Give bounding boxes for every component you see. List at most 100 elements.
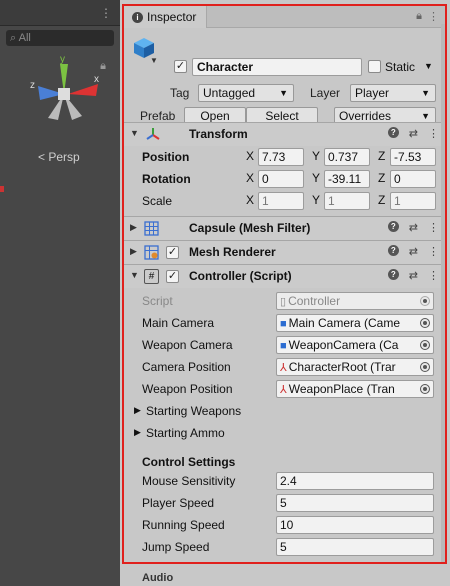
mesh-renderer-enabled-checkbox[interactable]: ✓ — [166, 246, 179, 259]
weapon-position-row: Weapon Position ⅄ WeaponPlace (Tran — [124, 378, 445, 400]
camera-projection-label[interactable]: < Persp — [38, 150, 80, 164]
player-speed-label[interactable]: Player Speed — [142, 496, 214, 510]
foldout-expanded-icon[interactable]: ▼ — [130, 270, 139, 280]
controller-enabled-checkbox[interactable]: ✓ — [166, 270, 179, 283]
object-picker-icon[interactable] — [420, 318, 430, 328]
starting-weapons-foldout[interactable]: ▶ Starting Weapons — [124, 400, 445, 422]
rotation-z-label[interactable]: Z — [378, 171, 385, 185]
chevron-down-icon: ▼ — [421, 88, 430, 98]
control-settings-label: Control Settings — [142, 455, 236, 469]
rotation-label[interactable]: Rotation — [142, 172, 191, 186]
rotation-x-input[interactable]: 0 — [258, 170, 304, 188]
position-label[interactable]: Position — [142, 150, 189, 164]
main-camera-row: Main Camera ■ Main Camera (Came — [124, 312, 445, 334]
camera-position-row: Camera Position ⅄ CharacterRoot (Trar — [124, 356, 445, 378]
running-speed-input[interactable]: 10 — [276, 516, 434, 534]
mesh-filter-header[interactable]: ▶ Capsule (Mesh Filter) ? ⇄ ⋮ — [124, 216, 445, 240]
mouse-sensitivity-row: Mouse Sensitivity 2.4 — [124, 470, 445, 492]
jump-speed-row: Jump Speed 5 — [124, 536, 445, 558]
more-options-icon[interactable]: ⋮ — [100, 6, 112, 20]
position-y-label[interactable]: Y — [312, 149, 320, 163]
foldout-collapsed-icon[interactable]: ▶ — [130, 222, 137, 233]
jump-speed-label[interactable]: Jump Speed — [142, 540, 209, 554]
camera-position-field[interactable]: ⅄ CharacterRoot (Trar — [276, 358, 434, 376]
help-icon[interactable]: ? — [387, 221, 399, 232]
position-z-label[interactable]: Z — [378, 149, 385, 163]
foldout-expanded-icon[interactable]: ▼ — [130, 128, 139, 138]
transform-axes-icon — [146, 128, 160, 140]
rotation-x-label[interactable]: X — [246, 171, 254, 185]
mesh-grid-icon — [144, 221, 159, 236]
static-label[interactable]: Static — [385, 60, 415, 74]
icon-dropdown-arrow-icon[interactable]: ▼ — [150, 56, 158, 65]
object-picker-icon[interactable] — [420, 340, 430, 350]
position-z-input[interactable]: -7.53 — [390, 148, 436, 166]
more-options-icon[interactable]: ⋮ — [428, 245, 439, 258]
position-x-input[interactable]: 7.73 — [258, 148, 304, 166]
presets-icon[interactable]: ⇄ — [409, 127, 418, 140]
jump-speed-input[interactable]: 5 — [276, 538, 434, 556]
more-options-icon[interactable]: ⋮ — [428, 221, 439, 234]
overrides-label: Overrides — [339, 109, 392, 123]
mesh-renderer-icon — [144, 245, 159, 260]
transform-header[interactable]: ▼ Transform ? ⇄ ⋮ — [124, 122, 445, 146]
presets-icon[interactable]: ⇄ — [409, 245, 418, 258]
hierarchy-search-input[interactable]: ⌕ All — [6, 30, 114, 46]
scale-label[interactable]: Scale — [142, 194, 172, 208]
mesh-renderer-header[interactable]: ▶ ✓ Mesh Renderer ? ⇄ ⋮ — [124, 240, 445, 264]
object-picker-icon[interactable] — [420, 384, 430, 394]
more-options-icon[interactable]: ⋮ — [428, 10, 439, 23]
running-speed-label[interactable]: Running Speed — [142, 518, 225, 532]
position-x-label[interactable]: X — [246, 149, 254, 163]
help-icon[interactable]: ? — [387, 245, 399, 256]
foldout-collapsed-icon[interactable]: ▶ — [134, 427, 141, 438]
scale-y-input[interactable]: 1 — [324, 192, 370, 210]
script-field: ▯ Controller — [276, 292, 434, 310]
player-speed-input[interactable]: 5 — [276, 494, 434, 512]
main-camera-field[interactable]: ■ Main Camera (Came — [276, 314, 434, 332]
lock-icon[interactable]: 🔒︎ — [416, 10, 422, 23]
gameobject-header: ▼ ✓ Character Static ▼ Tag Untagged ▼ La… — [124, 28, 445, 125]
inspector-scrollbar[interactable] — [441, 24, 445, 562]
rotation-y-label[interactable]: Y — [312, 171, 320, 185]
control-settings-header: Control Settings — [124, 452, 445, 470]
active-checkbox[interactable]: ✓ — [174, 60, 187, 73]
rotation-y-input[interactable]: -39.11 — [324, 170, 370, 188]
foldout-collapsed-icon[interactable]: ▶ — [134, 405, 141, 416]
orientation-gizmo[interactable]: y z x — [28, 54, 108, 134]
weapon-camera-label: Weapon Camera — [142, 338, 233, 352]
static-checkbox[interactable] — [368, 60, 381, 73]
more-options-icon[interactable]: ⋮ — [428, 127, 439, 140]
object-picker-icon[interactable] — [420, 362, 430, 372]
presets-icon[interactable]: ⇄ — [409, 269, 418, 282]
mouse-sensitivity-label[interactable]: Mouse Sensitivity — [142, 474, 235, 488]
scale-y-label[interactable]: Y — [312, 193, 320, 207]
tab-inspector[interactable]: i Inspector — [124, 6, 208, 28]
scale-z-input[interactable]: 1 — [390, 192, 436, 210]
scale-z-label[interactable]: Z — [378, 193, 385, 207]
scale-x-input[interactable]: 1 — [258, 192, 304, 210]
presets-icon[interactable]: ⇄ — [409, 221, 418, 234]
rotation-z-input[interactable]: 0 — [390, 170, 436, 188]
starting-ammo-foldout[interactable]: ▶ Starting Ammo — [124, 422, 445, 444]
gizmo-center[interactable] — [58, 88, 70, 100]
tag-dropdown[interactable]: Untagged ▼ — [198, 84, 294, 102]
tag-value: Untagged — [203, 86, 256, 100]
mouse-sensitivity-input[interactable]: 2.4 — [276, 472, 434, 490]
main-camera-value: Main Camera (Came — [288, 316, 401, 330]
x-axis-cone[interactable] — [68, 84, 98, 96]
audio-component-label[interactable]: Audio — [142, 572, 173, 584]
controller-script-header[interactable]: ▼ # ✓ Controller (Script) ? ⇄ ⋮ — [124, 264, 445, 288]
foldout-collapsed-icon[interactable]: ▶ — [130, 246, 137, 257]
more-options-icon[interactable]: ⋮ — [428, 269, 439, 282]
weapon-camera-field[interactable]: ■ WeaponCamera (Ca — [276, 336, 434, 354]
help-icon[interactable]: ? — [387, 269, 399, 280]
weapon-position-field[interactable]: ⅄ WeaponPlace (Tran — [276, 380, 434, 398]
gameobject-name-input[interactable]: Character — [192, 58, 362, 76]
layer-dropdown[interactable]: Player ▼ — [350, 84, 436, 102]
position-y-input[interactable]: 0.737 — [324, 148, 370, 166]
help-icon[interactable]: ? — [387, 127, 399, 138]
static-dropdown-arrow-icon[interactable]: ▼ — [424, 61, 433, 71]
scale-x-label[interactable]: X — [246, 193, 254, 207]
scene-view[interactable]: ⋮ ⌕ All 🔒︎ y z x < Persp — [0, 0, 120, 586]
